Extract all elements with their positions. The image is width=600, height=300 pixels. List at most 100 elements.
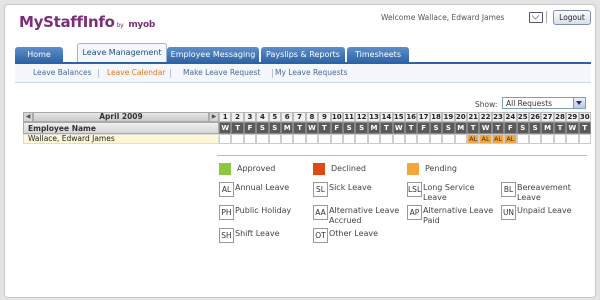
mail-icon[interactable] [529,12,543,23]
leave-code-ap: AP [407,205,422,220]
logout-button[interactable]: Logout [553,10,591,25]
weekday-label: T [467,122,480,134]
weekday-label: T [405,122,418,134]
day-cell[interactable] [405,134,418,144]
leave-code-ot: OT [313,228,328,243]
day-cell[interactable] [281,134,294,144]
day-cell[interactable] [305,134,319,144]
leave-type-label: Unpaid Leave [517,206,572,215]
weekday-label: F [243,122,257,134]
day-cell[interactable] [553,134,567,144]
status-label-approved: Approved [237,164,276,173]
weekday-label: T [553,122,567,134]
day-cell[interactable] [529,134,542,144]
weekday-label: S [268,122,281,134]
day-cell[interactable] [243,134,257,144]
leave-code-sl: SL [313,182,328,197]
leave-code-lsl: LSL [407,182,422,197]
day-number: 22 [479,112,492,122]
day-cell[interactable] [442,134,455,144]
month-label: April 2009 [33,112,209,122]
day-number: 2 [231,112,244,122]
day-cell[interactable] [231,134,244,144]
day-cell[interactable] [566,134,579,144]
tab-timesheets[interactable]: Timesheets [347,47,409,63]
day-number: 21 [467,112,480,122]
subnav-divider [98,69,99,78]
weekday-label: S [516,122,529,134]
status-label-declined: Declined [331,164,366,173]
weekday-label: S [256,122,269,134]
weekday-label: W [305,122,319,134]
employee-name-header: Employee Name [23,122,219,134]
day-cell[interactable] [268,134,281,144]
tab-leave-management[interactable]: Leave Management [77,43,167,64]
weekday-label: T [578,122,591,134]
day-number: 29 [566,112,579,122]
leave-day-cell[interactable]: AL [479,134,492,144]
day-number: 9 [318,112,331,122]
day-number: 18 [429,112,443,122]
day-cell[interactable] [318,134,331,144]
day-cell[interactable] [293,134,306,144]
leave-day-cell[interactable]: AL [467,134,480,144]
leave-type-label: Annual Leave [235,183,290,192]
sub-navigation: Leave Balances Leave Calendar Make Leave R… [15,64,591,83]
subnav-leave-calendar[interactable]: Leave Calendar [107,64,169,82]
day-number: 11 [343,112,356,122]
leave-code-aa: AA [313,205,328,220]
day-cell[interactable] [417,134,430,144]
day-cell[interactable] [429,134,443,144]
weekday-label: F [417,122,430,134]
leave-type-label: Alternative Leave Paid [423,206,494,225]
show-filter-value: All Requests [506,99,553,108]
day-cell[interactable] [355,134,368,144]
tab-employee-messaging[interactable]: Employee Messaging [167,47,259,63]
calendar-legend: Approved Declined Pending AL Annual Leave SL S… [217,155,587,243]
day-number: 27 [541,112,554,122]
day-cell[interactable] [454,134,467,144]
day-cell[interactable] [256,134,269,144]
leave-code-bl: BL [501,182,516,197]
app-window: MyStaffInfo by myob Welcome Wallace, Edwa… [4,4,596,298]
subnav-leave-balances[interactable]: Leave Balances [33,64,97,82]
day-cell[interactable] [380,134,393,144]
leave-day-cell[interactable]: AL [491,134,505,144]
dropdown-arrow-icon[interactable] [573,98,585,108]
weekday-label: S [429,122,443,134]
day-cell[interactable] [392,134,405,144]
subnav-make-leave-request[interactable]: Make Leave Request [183,64,271,82]
prev-month-button[interactable]: ◀ [23,112,33,122]
day-cell[interactable] [330,134,343,144]
tab-home[interactable]: Home [15,47,63,63]
weekday-label: S [529,122,542,134]
subnav-my-leave-requests[interactable]: My Leave Requests [275,64,355,82]
show-filter-select[interactable]: All Requests [502,97,586,109]
day-number: 25 [516,112,529,122]
leave-type-label: Sick Leave [329,183,372,192]
day-cell[interactable] [516,134,529,144]
tab-payslips-reports[interactable]: Payslips & Reports [261,47,345,63]
employee-name[interactable]: Wallace, Edward James [23,134,219,144]
leave-code-ph: PH [219,205,234,220]
leave-code-sh: SH [219,228,234,243]
day-cell[interactable] [343,134,356,144]
logo-brand: myob [128,20,156,30]
weekday-label: T [380,122,393,134]
weekday-label: M [454,122,467,134]
show-label: Show: [475,100,498,109]
day-number: 12 [355,112,368,122]
weekday-label: S [355,122,368,134]
day-number: 6 [281,112,294,122]
leave-day-cell[interactable]: AL [504,134,517,144]
day-cell[interactable] [578,134,591,144]
day-cell[interactable] [541,134,554,144]
day-cell[interactable] [219,134,232,144]
leave-type-label: Bereavement Leave [517,183,571,202]
weekday-label: T [231,122,244,134]
next-month-button[interactable]: ▶ [209,112,219,122]
app-logo[interactable]: MyStaffInfo by myob [19,13,155,31]
weekday-label: M [367,122,381,134]
day-cell[interactable] [367,134,381,144]
day-number: 1 [219,112,232,122]
